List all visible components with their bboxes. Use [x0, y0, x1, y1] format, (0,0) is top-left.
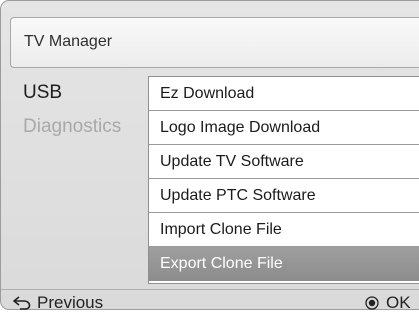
category-diagnostics[interactable]: Diagnostics [23, 116, 121, 138]
previous-label: Previous [37, 293, 104, 312]
category-usb[interactable]: USB [23, 82, 62, 104]
menu-item-ez-download[interactable]: Ez Download [149, 77, 419, 111]
return-arrow-icon [13, 296, 31, 310]
menu-item-update-tv-software[interactable]: Update TV Software [149, 145, 419, 179]
menu-item-import-clone-file[interactable]: Import Clone File [149, 213, 419, 247]
tv-manager-panel: TV Manager USB Diagnostics Ez Download L… [0, 0, 419, 310]
usb-submenu: Ez Download Logo Image Download Update T… [148, 76, 419, 284]
menu-item-logo-image-download[interactable]: Logo Image Download [149, 111, 419, 145]
ok-label: OK [386, 293, 411, 312]
footer-divider [1, 289, 419, 290]
ok-button[interactable]: OK [365, 292, 411, 314]
previous-button[interactable]: Previous [13, 292, 103, 314]
title-bar: TV Manager [10, 17, 419, 68]
ok-button-icon [365, 296, 379, 310]
window-title: TV Manager [24, 33, 113, 50]
menu-item-export-clone-file[interactable]: Export Clone File [149, 247, 419, 281]
tv-manager-screen: TV Manager USB Diagnostics Ez Download L… [0, 0, 419, 323]
menu-item-update-ptc-software[interactable]: Update PTC Software [149, 179, 419, 213]
